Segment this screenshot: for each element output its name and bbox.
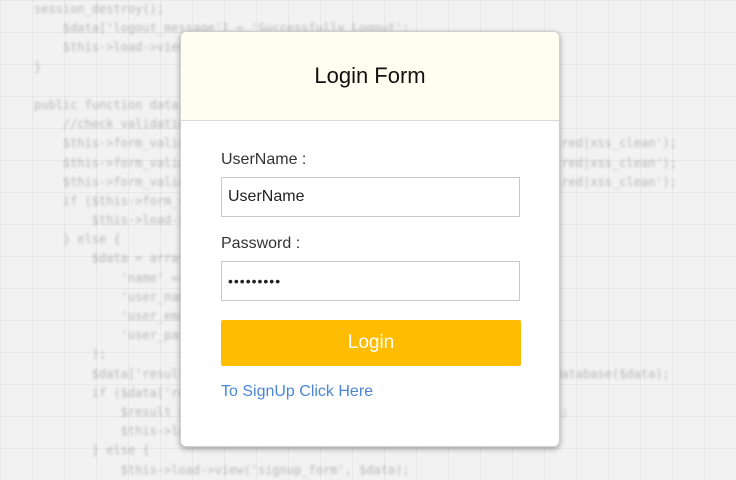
login-form-card: Login Form UserName : Password : Login T… — [180, 31, 560, 447]
background-code-line: session_destroy(); — [34, 2, 165, 16]
username-label: UserName : — [221, 151, 307, 168]
password-input[interactable] — [221, 261, 520, 301]
background-code-line: $this->load->view('signup_form', $data); — [34, 462, 410, 477]
login-button[interactable]: Login — [221, 320, 521, 366]
login-form-header: Login Form — [181, 32, 559, 121]
username-input[interactable] — [221, 177, 520, 217]
login-form-title: Login Form — [314, 63, 426, 88]
password-label: Password : — [221, 235, 301, 252]
login-form-body: UserName : Password : Login To SignUp Cl… — [181, 121, 559, 401]
signup-link[interactable]: To SignUp Click Here — [221, 383, 373, 401]
